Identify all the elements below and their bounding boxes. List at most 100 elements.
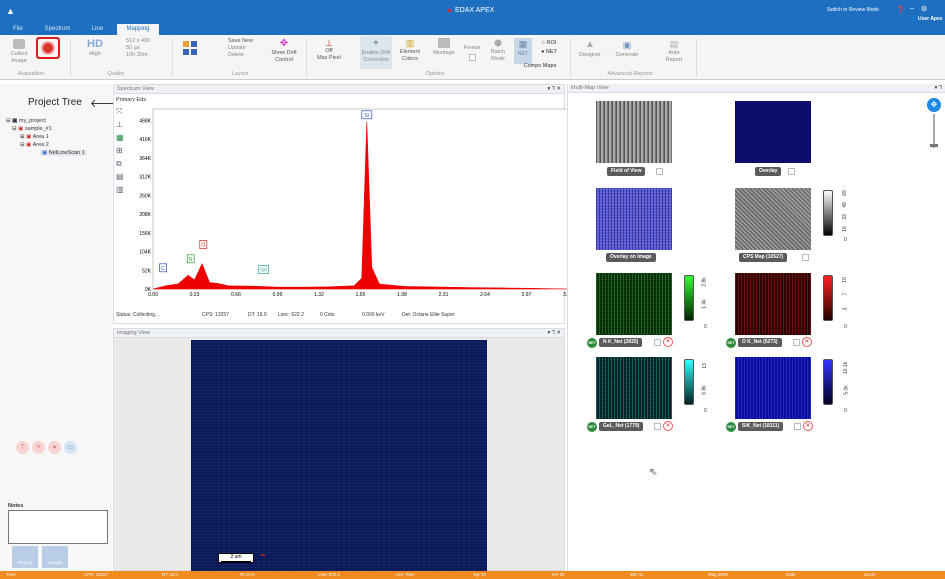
spectrum-chart[interactable]: 0K52K104K156K208K260K312K364K416K468K0.0… — [130, 107, 568, 305]
peak-tool-icon[interactable]: ⊥ — [116, 120, 128, 130]
y-tick-label: 312K — [139, 175, 151, 181]
roi-radio[interactable]: ○ ROI — [536, 40, 562, 47]
grid-tool-icon[interactable]: ▦ — [116, 133, 128, 143]
remove-map-button[interactable]: ✕ — [663, 421, 673, 431]
text-tool-button[interactable]: T — [16, 441, 29, 454]
tree-item-netlinescan[interactable]: ▦ NetLineScan 1 — [40, 150, 87, 156]
map-n-k-net[interactable] — [596, 273, 672, 335]
notes-textarea[interactable] — [8, 510, 108, 544]
element-peak-label[interactable]: Ge — [258, 265, 270, 274]
zoom-slider[interactable] — [933, 114, 935, 148]
record-icon — [41, 41, 55, 55]
map-cps[interactable] — [735, 188, 811, 250]
map-checkbox[interactable] — [793, 339, 800, 346]
scale-bar: 2 um — [218, 553, 254, 563]
zoom-navigator-icon[interactable]: ✥ — [927, 98, 941, 112]
freeze-checkbox[interactable] — [468, 54, 476, 61]
x-tick-label: 0.00 — [148, 292, 158, 298]
map-label: Field of View — [607, 167, 646, 176]
acquisition-params[interactable]: 512 x 400 50 µs 10h 30m — [126, 38, 162, 59]
delete-button[interactable]: Delete — [228, 52, 268, 59]
map-checkbox[interactable] — [794, 423, 801, 430]
record-button[interactable] — [36, 37, 60, 59]
collect-image-button[interactable]: Collect Image — [6, 39, 32, 65]
map-overlay-on-image[interactable] — [596, 188, 672, 250]
net-radio[interactable]: ● NET — [536, 49, 562, 56]
mouse-cursor-icon: ⇖ — [649, 467, 658, 478]
remove-map-button[interactable]: ✕ — [663, 337, 673, 347]
zoom-tool-icon[interactable]: ⤧ — [116, 107, 128, 117]
record-tool-button[interactable]: ● — [48, 441, 61, 454]
tree-item-project[interactable]: ⊟ ▣ my_project — [6, 118, 46, 124]
table-tool-icon[interactable]: ▥ — [116, 185, 128, 195]
comment-tool-button[interactable]: ▭ — [64, 441, 77, 454]
map-checkbox[interactable] — [654, 339, 661, 346]
tab-mapping[interactable]: Mapping — [117, 24, 159, 35]
status-bar: Time CPS: 13257 DT 19.0 Rt 10.0 Lsec 622.2 Ac… — [0, 571, 945, 579]
project-button[interactable]: Project — [12, 546, 38, 568]
tree-item-area2[interactable]: ⊟ ▣ Area 2 — [20, 142, 49, 148]
sample-button[interactable]: Sample — [42, 546, 68, 568]
y-tick-label: 260K — [139, 193, 151, 199]
element-peak-label[interactable]: Si — [361, 110, 373, 120]
montage-button[interactable]: Montage — [430, 38, 458, 57]
help-icon[interactable]: ❓ — [896, 6, 905, 14]
spectrum-view-panel: Spectrum View ▾ ⅂ ✕ Primary Eds ⤧ ⊥ ▦ ⊞ ⧉… — [113, 84, 568, 324]
multimap-header: Multi-Map View ▾ ⅂ — [568, 84, 945, 93]
zoom-slider-thumb[interactable] — [930, 144, 938, 147]
multimap-panel-controls[interactable]: ▾ ⅂ — [935, 84, 942, 93]
panel-controls[interactable]: ▾ ⅂ ✕ — [548, 85, 562, 94]
print-tool-icon[interactable]: ▤ — [116, 172, 128, 182]
tree-item-sample[interactable]: ⊟ ▣ sample_#1 — [12, 126, 52, 132]
linescan-icon: ▦ — [42, 150, 48, 156]
spectrum-view-header: Spectrum View ▾ ⅂ ✕ — [114, 85, 564, 94]
review-mode-button[interactable]: Switch to Review Mode — [827, 7, 879, 13]
edax-logo-icon: ▲ — [446, 7, 453, 14]
tab-file[interactable]: File — [8, 24, 28, 35]
remove-map-button[interactable]: ✕ — [803, 421, 813, 431]
imaging-view-panel: Imaging View ▾ ⅂ ✕ 2 um — [113, 328, 565, 571]
show-drift-control-button[interactable]: ✥ Show Drift Control — [268, 38, 300, 64]
x-tick-label: 2.64 — [480, 292, 490, 298]
designer-button[interactable]: ▲ Designer — [576, 38, 604, 59]
settings-icon[interactable]: ⚙ — [921, 5, 927, 13]
element-peak-label[interactable]: C — [159, 263, 167, 273]
map-checkbox[interactable] — [654, 423, 661, 430]
map-checkbox[interactable] — [788, 168, 795, 175]
element-peak-label[interactable]: O — [199, 240, 208, 249]
net-button[interactable]: ▦ NET — [514, 38, 532, 64]
copy-tool-icon[interactable]: ⧉ — [116, 159, 128, 169]
layout-grid-icon[interactable] — [183, 41, 205, 57]
y-tick-label: 156K — [139, 231, 151, 237]
map-si-k-net[interactable] — [735, 357, 811, 419]
enable-drift-correction-button[interactable]: ✦ Enable Drift Correction — [360, 36, 392, 69]
remove-map-button[interactable]: ✕ — [802, 337, 812, 347]
map-overlay[interactable] — [735, 101, 811, 163]
minimize-icon[interactable]: – — [910, 5, 914, 12]
element-peak-label[interactable]: N — [186, 254, 195, 264]
element-colors-button[interactable]: ▥ Element Colors — [396, 38, 424, 63]
map-checkbox[interactable] — [656, 168, 663, 175]
batch-mode-button[interactable]: ⬢ Batch Mode — [486, 38, 510, 63]
net-badge: NET — [726, 422, 736, 432]
auto-report-button[interactable]: ▤ Auto Report — [660, 38, 688, 64]
sem-image[interactable]: 2 um — [191, 340, 487, 571]
max-pixel-button[interactable]: ⊥ Off Max Pixel — [314, 38, 344, 62]
tab-line[interactable]: Line — [85, 24, 110, 35]
map-field-of-view[interactable] — [596, 101, 672, 163]
update-button[interactable]: Update — [228, 45, 268, 52]
batch-icon: ⬢ — [494, 38, 502, 48]
map-checkbox[interactable] — [802, 254, 809, 261]
tab-spectrum[interactable]: Spectrum — [40, 24, 75, 35]
freeze-toggle[interactable]: Freeze — [460, 45, 484, 61]
imaging-panel-controls[interactable]: ▾ ⅂ ✕ — [548, 329, 562, 338]
plot-area — [152, 108, 568, 290]
tree-item-area1[interactable]: ⊞ ▣ Area 1 — [20, 134, 49, 140]
quality-selector[interactable]: HD High — [80, 38, 110, 58]
delete-tool-button[interactable]: ✕ — [32, 441, 45, 454]
map-ge-l-net[interactable] — [596, 357, 672, 419]
save-new-button[interactable]: Save New — [228, 38, 268, 45]
generate-button[interactable]: ▣ Generate — [612, 38, 642, 59]
chart-tool-icon[interactable]: ⊞ — [116, 146, 128, 156]
map-o-k-net[interactable] — [735, 273, 811, 335]
